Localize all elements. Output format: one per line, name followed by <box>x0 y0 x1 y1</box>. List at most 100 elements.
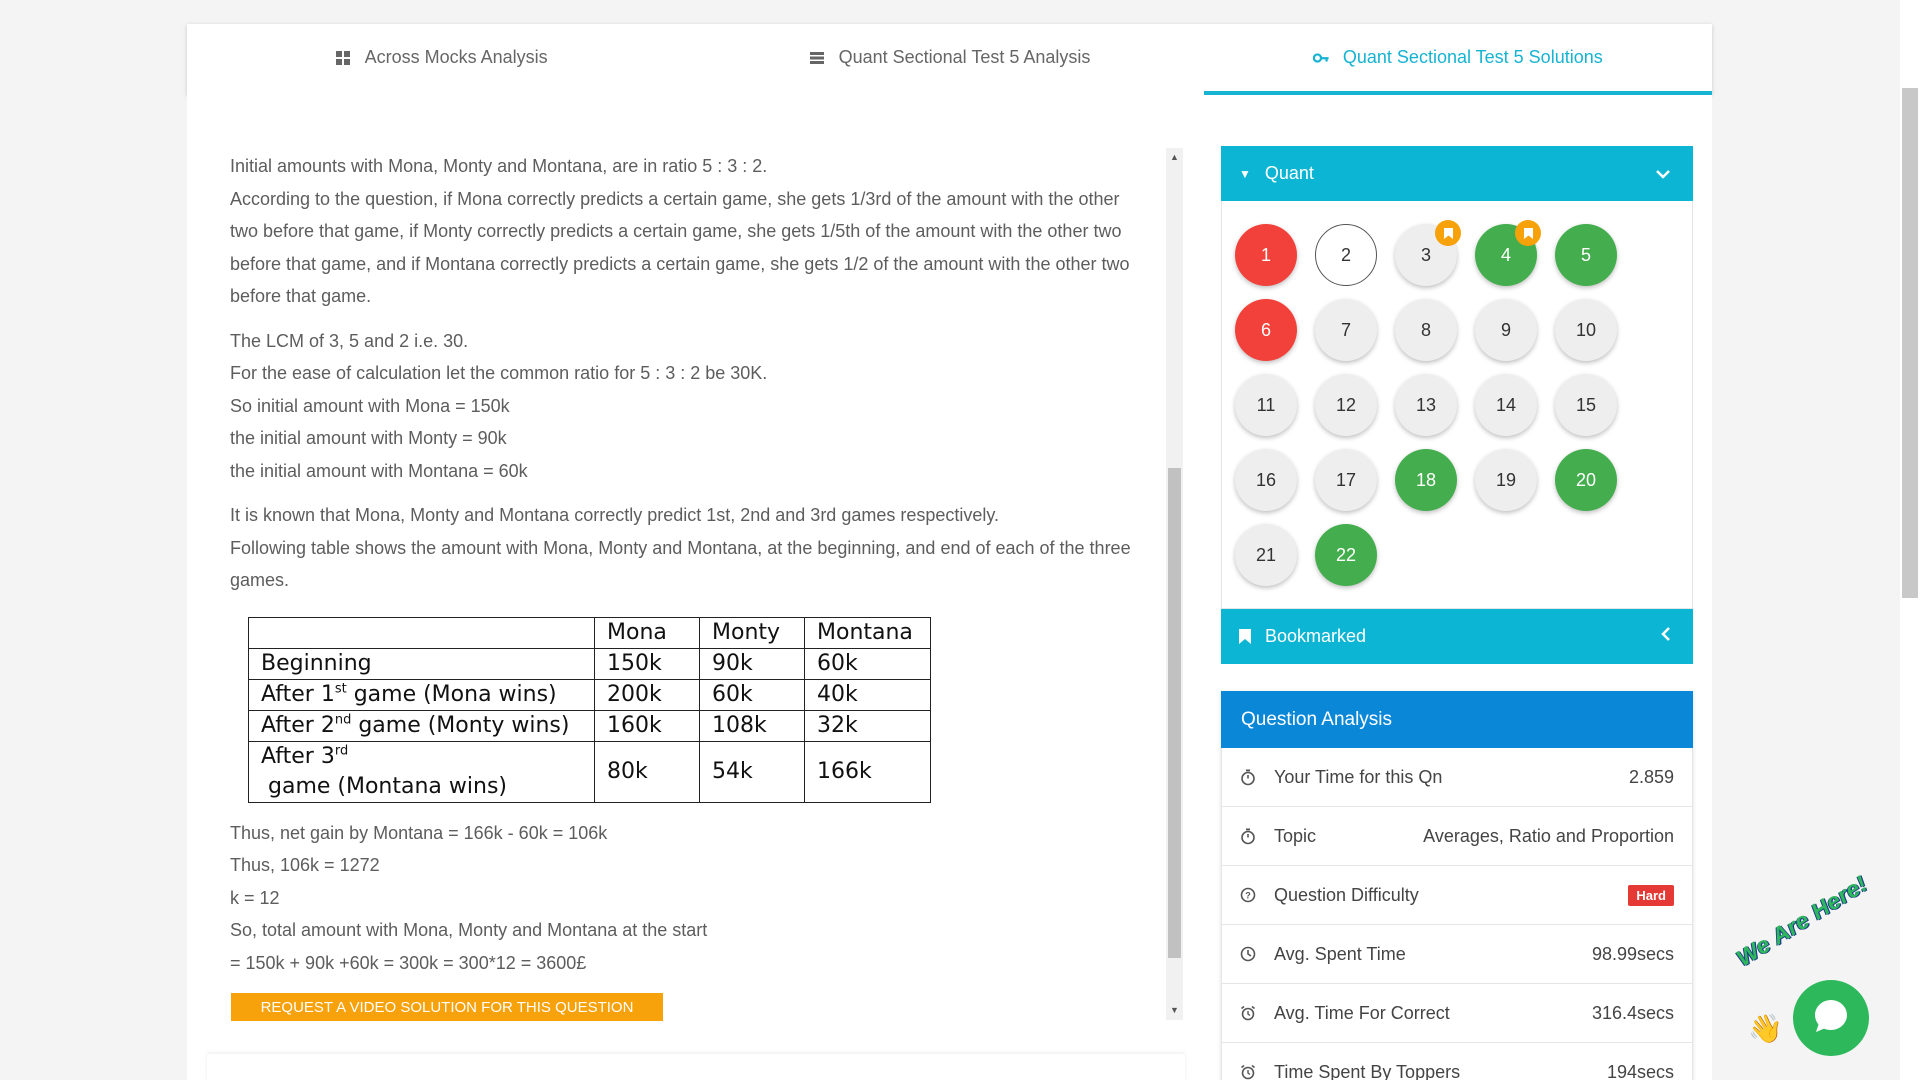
solution-line: the initial amount with Monty = 90k <box>230 428 507 448</box>
analysis-value: 2.859 <box>1628 766 1674 787</box>
solution-paragraph: Thus, net gain by Montana = 166k - 60k =… <box>230 817 1145 980</box>
analysis-row: ? Question Difficulty Hard <box>1221 866 1693 925</box>
question-bubble[interactable]: 17 <box>1315 449 1377 511</box>
table-cell: 60k <box>804 647 931 680</box>
solution-paragraph: It is known that Mona, Monty and Montana… <box>230 499 1145 597</box>
question-bubble[interactable]: 3 <box>1395 220 1461 286</box>
table-cell: 32k <box>804 709 931 742</box>
analysis-label: Topic <box>1274 825 1317 846</box>
question-number: 17 <box>1335 469 1357 490</box>
solution-line: So initial amount with Mona = 150k <box>230 395 510 416</box>
question-number: 12 <box>1335 394 1357 415</box>
clock-icon <box>1240 946 1258 962</box>
tab-sectional-analysis[interactable]: Quant Sectional Test 5 Analysis <box>695 24 1203 95</box>
question-number: 16 <box>1255 469 1277 490</box>
alarm-icon <box>1240 1005 1258 1021</box>
ordinal-suffix: nd <box>334 712 352 728</box>
bookmarked-section-header[interactable]: Bookmarked <box>1221 609 1693 664</box>
grid-icon <box>335 50 351 66</box>
question-bubble[interactable]: 5 <box>1555 224 1617 286</box>
question-number: 9 <box>1500 319 1511 340</box>
question-bubble[interactable]: 22 <box>1315 524 1377 586</box>
table-cell: 54k <box>699 740 805 803</box>
key-icon <box>1312 50 1329 66</box>
analysis-row: Avg. Time For Correct 316.4secs <box>1221 984 1693 1043</box>
request-video-solution-button[interactable]: REQUEST A VIDEO SOLUTION FOR THIS QUESTI… <box>231 993 663 1021</box>
tab-label: Quant Sectional Test 5 Analysis <box>838 47 1091 67</box>
question-number: 8 <box>1420 319 1431 340</box>
page-scrollbar-thumb[interactable] <box>1902 88 1918 598</box>
question-number: 4 <box>1500 244 1511 265</box>
table-cell: 80k <box>594 740 700 803</box>
analysis-row: Avg. Spent Time 98.99secs <box>1221 925 1693 984</box>
question-bubble[interactable]: 20 <box>1555 449 1617 511</box>
question-bubble[interactable]: 9 <box>1475 299 1537 361</box>
analysis-row: Topic Averages, Ratio and Proportion <box>1221 807 1693 866</box>
tab-bar: Across Mocks Analysis Quant Sectional Te… <box>187 24 1712 95</box>
question-number: 6 <box>1260 319 1271 340</box>
question-number: 1 <box>1260 244 1271 265</box>
question-number: 13 <box>1415 394 1437 415</box>
table-cell: 40k <box>804 678 931 711</box>
table-cell: 90k <box>699 647 805 680</box>
scroll-down-arrow-icon[interactable]: ▼ <box>1166 1003 1183 1017</box>
question-number: 18 <box>1415 469 1437 490</box>
tab-across-mocks-analysis[interactable]: Across Mocks Analysis <box>187 24 695 95</box>
question-number: 2 <box>1340 244 1351 265</box>
table-cell: 160k <box>594 709 700 742</box>
solution-line: Thus, net gain by Montana = 166k - 60k =… <box>230 822 608 843</box>
table-cell: 108k <box>699 709 805 742</box>
solution-panel: Initial amounts with Mona, Monty and Mon… <box>230 150 1145 1020</box>
question-bubble[interactable]: 1 <box>1235 224 1297 286</box>
solution-paragraph: The LCM of 3, 5 and 2 i.e. 30. For the e… <box>230 325 1145 488</box>
table-cell: After 1st game (Mona wins) <box>248 678 595 711</box>
question-bubble[interactable]: 19 <box>1475 449 1537 511</box>
analysis-label: Time Spent By Toppers <box>1274 1061 1461 1080</box>
row-label-rest: game (Mona wins) <box>346 681 557 707</box>
solution-paragraph: Initial amounts with Mona, Monty and Mon… <box>230 150 1145 313</box>
section-title: Bookmarked <box>1265 626 1367 646</box>
question-bubble[interactable]: 15 <box>1555 374 1617 436</box>
question-analysis-title: Question Analysis <box>1221 691 1693 748</box>
question-number: 20 <box>1575 469 1597 490</box>
solution-scrollbar-thumb[interactable] <box>1168 468 1181 958</box>
question-number: 11 <box>1256 394 1276 415</box>
solution-line: the initial amount with Montana = 60k <box>230 460 528 481</box>
chat-tagline: We Are Here! <box>1731 870 1872 972</box>
question-bubble[interactable]: 14 <box>1475 374 1537 436</box>
tab-sectional-solutions[interactable]: Quant Sectional Test 5 Solutions <box>1203 24 1712 95</box>
question-bubble[interactable]: 10 <box>1555 299 1617 361</box>
question-number: 5 <box>1580 244 1591 265</box>
question-bubble[interactable]: 6 <box>1235 299 1297 361</box>
question-bubble[interactable]: 18 <box>1395 449 1457 511</box>
question-grid: 1 2 3 4 5 6 7 8 9 10 11 12 13 14 15 16 17 18 19 20 21 22 <box>1221 201 1693 609</box>
question-number: 7 <box>1340 319 1351 340</box>
question-bubble[interactable]: 2 <box>1315 224 1377 286</box>
list-icon <box>809 50 825 66</box>
question-bubble[interactable]: 16 <box>1235 449 1297 511</box>
svg-text:?: ? <box>1245 891 1251 901</box>
table-cell: 166k <box>804 740 931 803</box>
analysis-value: 316.4secs <box>1591 1002 1674 1023</box>
question-bubble[interactable]: 4 <box>1475 220 1541 286</box>
quant-section-header[interactable]: ▼ Quant <box>1221 146 1693 201</box>
chat-button[interactable] <box>1793 980 1869 1056</box>
question-bubble[interactable]: 21 <box>1235 524 1297 586</box>
solution-line: It is known that Mona, Monty and Montana… <box>230 505 1000 525</box>
analysis-row: Your Time for this Qn 2.859 <box>1221 748 1693 807</box>
table-cell: 150k <box>594 647 700 680</box>
question-bubble[interactable]: 11 <box>1235 374 1297 436</box>
question-number: 19 <box>1495 469 1517 490</box>
section-title: Quant <box>1264 163 1314 183</box>
stopwatch-icon <box>1240 769 1258 786</box>
question-bubble[interactable]: 7 <box>1315 299 1377 361</box>
table-cell: 60k <box>699 678 805 711</box>
analysis-label: Avg. Spent Time <box>1274 943 1406 964</box>
question-bubble[interactable]: 8 <box>1395 299 1457 361</box>
question-bubble[interactable]: 13 <box>1395 374 1457 436</box>
stopwatch-icon <box>1240 828 1258 845</box>
scroll-up-arrow-icon[interactable]: ▲ <box>1166 150 1183 164</box>
solution-line: = 150k + 90k +60k = 300k = 300*12 = 3600… <box>230 952 587 973</box>
question-number: 3 <box>1420 244 1431 265</box>
question-bubble[interactable]: 12 <box>1315 374 1377 436</box>
